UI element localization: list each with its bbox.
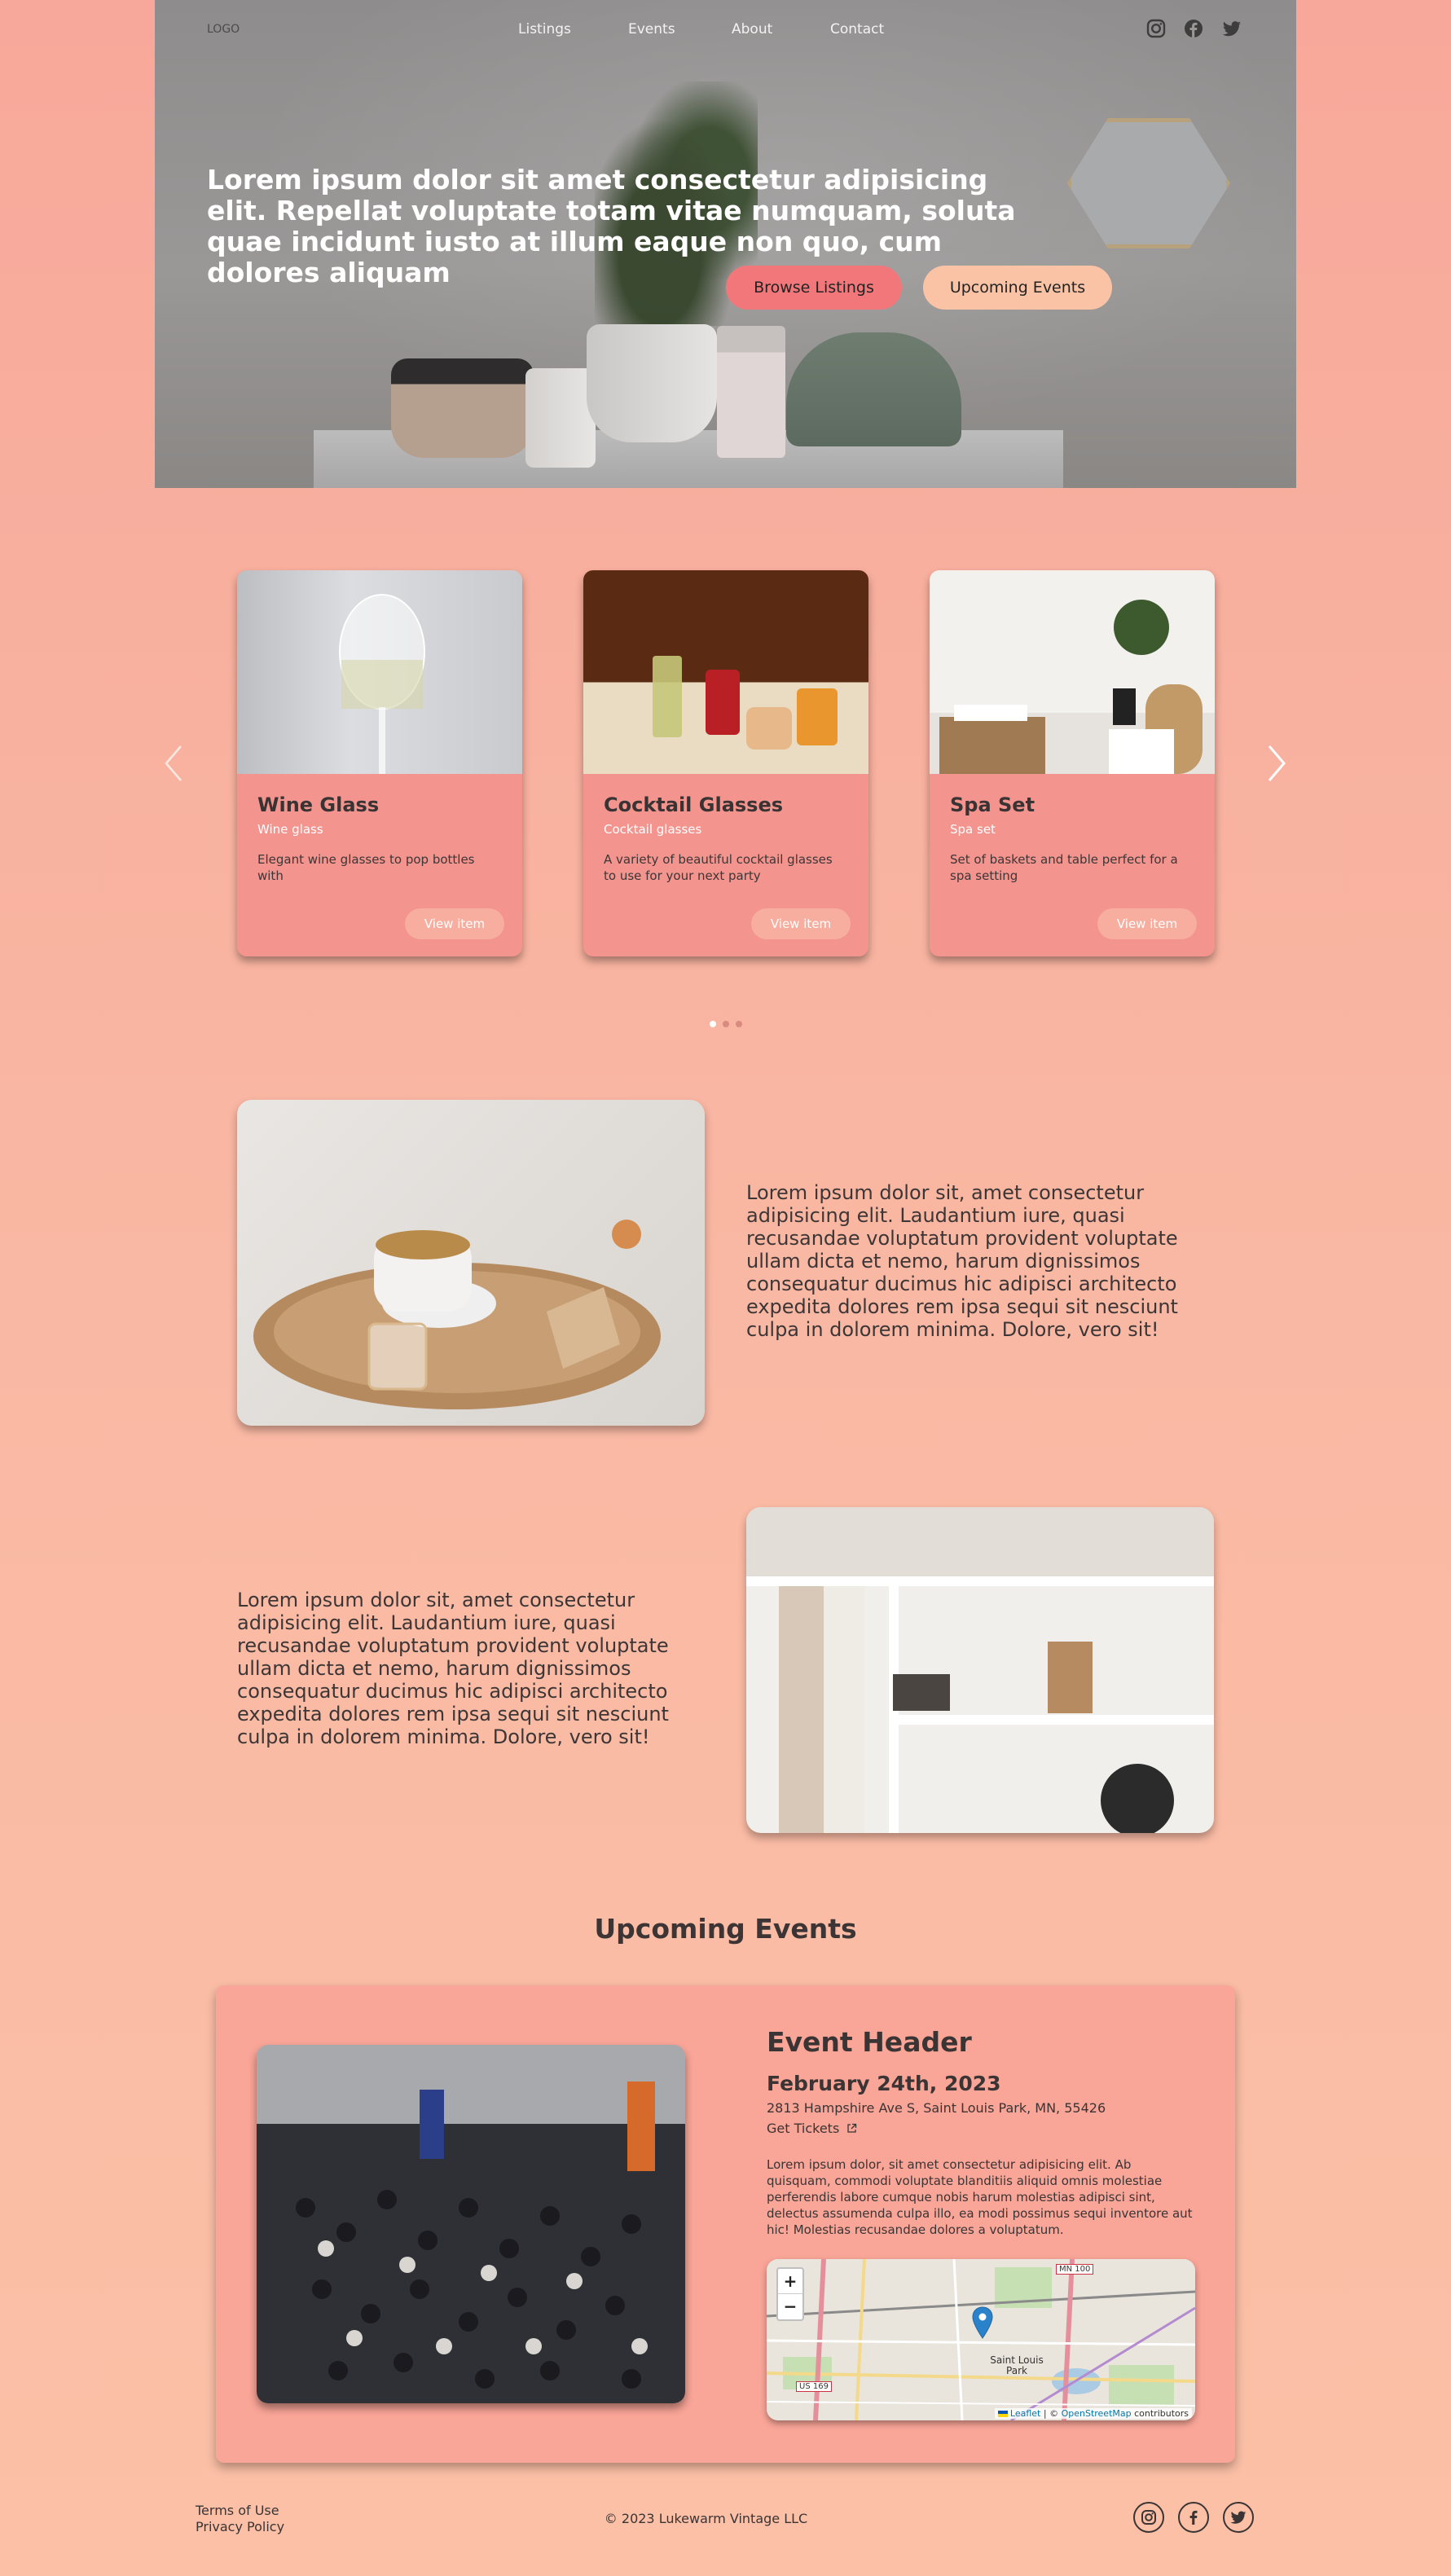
listing-card-cocktail-glasses[interactable]: Cocktail Glasses Cocktail glasses A vari… (583, 570, 868, 956)
zoom-in-button[interactable]: + (778, 2269, 802, 2294)
event-address: 2813 Hampshire Ave S, Saint Louis Park, … (767, 2100, 1106, 2116)
osm-link[interactable]: OpenStreetMap (1062, 2408, 1132, 2419)
attribution-tail: contributors (1131, 2408, 1189, 2419)
card-description: Set of baskets and table perfect for a s… (950, 852, 1178, 883)
card-title: Wine Glass (257, 793, 380, 816)
chevron-left-icon[interactable] (161, 743, 186, 784)
ukraine-flag-icon (997, 2411, 1008, 2417)
map-marker-icon[interactable] (972, 2306, 993, 2339)
instagram-icon[interactable] (1145, 18, 1167, 39)
attribution-sep: | © (1040, 2408, 1062, 2419)
event-crowd-image (257, 2045, 685, 2403)
event-date: February 24th, 2023 (767, 2072, 1001, 2095)
facebook-icon (1189, 2510, 1198, 2525)
event-card: Event Header February 24th, 2023 2813 Ha… (216, 1985, 1235, 2463)
chevron-right-icon[interactable] (1264, 743, 1289, 784)
card-title: Spa Set (950, 793, 1035, 816)
card-title: Cocktail Glasses (604, 793, 784, 816)
external-link-icon (847, 2123, 857, 2133)
view-item-button[interactable]: View item (1097, 908, 1197, 939)
perfume-image (717, 326, 785, 458)
zoom-out-button[interactable]: − (778, 2294, 802, 2319)
footer-instagram-icon[interactable] (1133, 2502, 1164, 2533)
leaflet-link[interactable]: Leaflet (1010, 2408, 1040, 2419)
events-heading: Upcoming Events (594, 1913, 857, 1945)
bottle-image (525, 368, 596, 468)
twitter-icon (1230, 2511, 1247, 2524)
card-subtitle: Cocktail glasses (604, 822, 702, 837)
card-description: A variety of beautiful cocktail glasses … (604, 852, 833, 883)
nav-link-events[interactable]: Events (628, 21, 675, 37)
event-description: Lorem ipsum dolor, sit amet consectetur … (767, 2157, 1193, 2237)
cocktail-glasses-image (583, 570, 868, 774)
card-subtitle: Wine glass (257, 822, 323, 837)
hero-headline: Lorem ipsum dolor sit amet consectetur a… (207, 164, 1016, 288)
card-subtitle: Spa set (950, 822, 996, 837)
vase-image (587, 324, 717, 442)
get-tickets-label: Get Tickets (767, 2121, 840, 2136)
twitter-icon[interactable] (1221, 18, 1242, 39)
footer-facebook-icon[interactable] (1178, 2502, 1209, 2533)
view-item-button[interactable]: View item (405, 908, 504, 939)
browse-listings-button[interactable]: Browse Listings (726, 266, 902, 310)
carousel-dot-1[interactable] (710, 1021, 716, 1027)
nav-link-contact[interactable]: Contact (830, 21, 884, 37)
road-label-us169: US 169 (796, 2381, 832, 2392)
event-header: Event Header (767, 2026, 972, 2058)
road-label-mn100: MN 100 (1056, 2264, 1094, 2275)
view-item-button[interactable]: View item (751, 908, 851, 939)
feature-text-2: Lorem ipsum dolor sit, amet consectetur … (237, 1589, 669, 1748)
shelf-closet-image (746, 1507, 1214, 1833)
nav-link-listings[interactable]: Listings (518, 21, 571, 37)
card-description: Elegant wine glasses to pop bottles with (257, 852, 475, 883)
carousel-dot-3[interactable] (736, 1021, 742, 1027)
upcoming-events-button[interactable]: Upcoming Events (923, 266, 1112, 310)
event-map[interactable]: MN 100 US 169 Saint Louis Park + − Leafl… (767, 2259, 1195, 2420)
jar-image (391, 358, 534, 458)
listing-card-spa-set[interactable]: Spa Set Spa set Set of baskets and table… (930, 570, 1215, 956)
logo[interactable]: LOGO (207, 23, 240, 36)
instagram-icon (1141, 2510, 1156, 2525)
footer-twitter-icon[interactable] (1223, 2502, 1254, 2533)
tea-tray-image (237, 1100, 705, 1426)
spa-set-image (930, 570, 1215, 774)
green-box-image (786, 332, 961, 446)
carousel-dot-2[interactable] (723, 1021, 729, 1027)
map-place-label: Saint Louis Park (990, 2354, 1044, 2376)
listing-card-wine-glass[interactable]: Wine Glass Wine glass Elegant wine glass… (237, 570, 522, 956)
facebook-icon[interactable] (1183, 18, 1204, 39)
feature-text-1: Lorem ipsum dolor sit, amet consectetur … (746, 1181, 1178, 1341)
nav-link-about[interactable]: About (732, 21, 772, 37)
map-attribution: Leaflet | © OpenStreetMap contributors (994, 2408, 1192, 2419)
wine-glass-image (237, 570, 522, 774)
map-zoom-control: + − (776, 2267, 804, 2321)
get-tickets-link[interactable]: Get Tickets (767, 2121, 857, 2136)
